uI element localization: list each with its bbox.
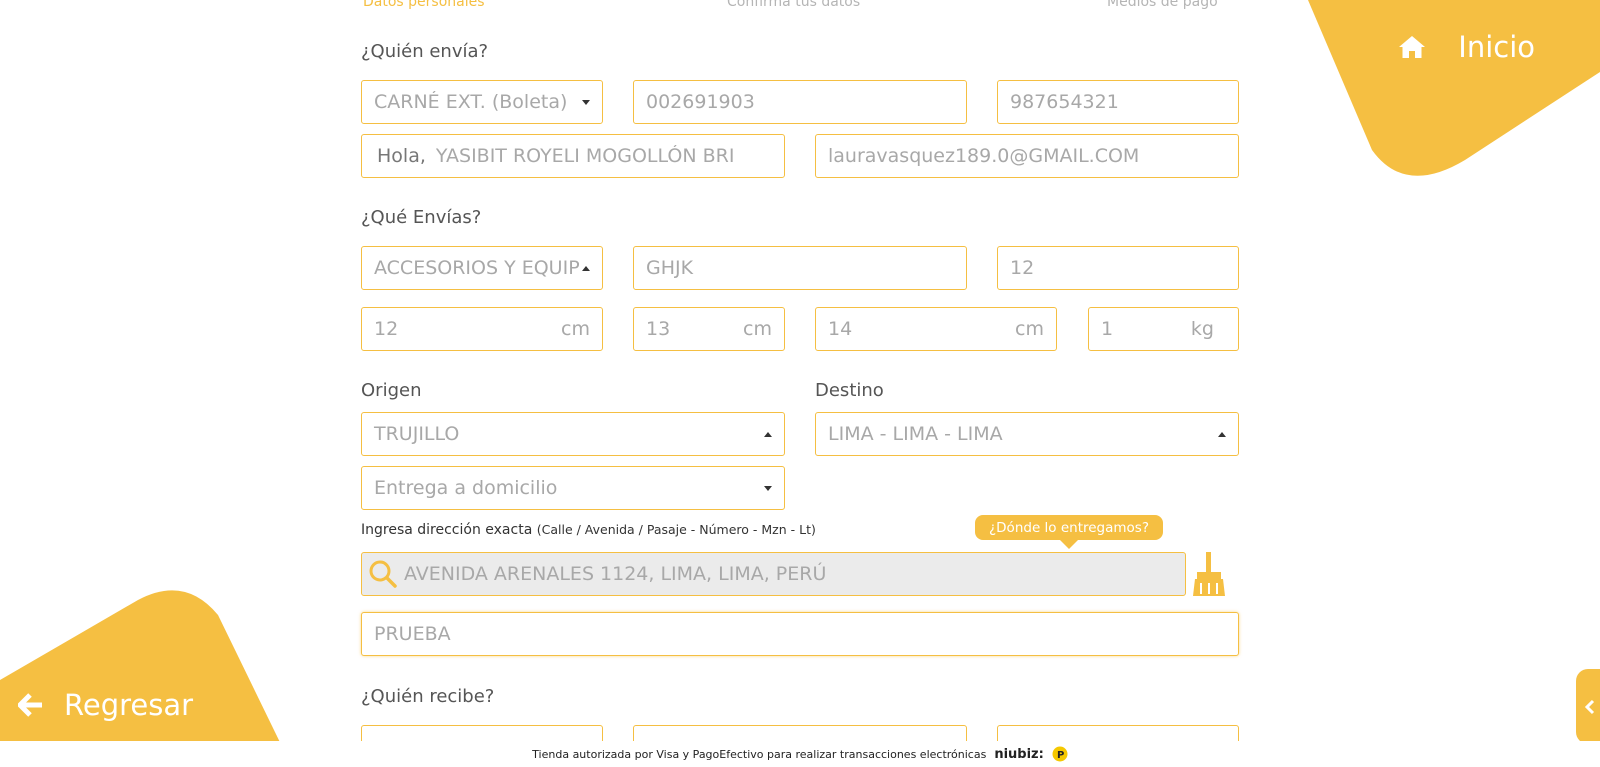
delivery-type-value: Entrega a domicilio — [374, 477, 558, 499]
checkout-steps: Datos personales Confirma tus datos Medi… — [0, 0, 1600, 14]
payment-footer: Tienda autorizada por Visa y PagoEfectiv… — [0, 741, 1600, 767]
step-confirm-data[interactable]: Confirma tus datos — [727, 0, 860, 10]
caret-down-icon — [582, 100, 590, 105]
destination-select[interactable]: LIMA - LIMA - LIMA — [815, 412, 1239, 456]
address-reference-input[interactable]: PRUEBA — [361, 612, 1239, 656]
quantity-value: 12 — [1010, 257, 1035, 279]
length-unit: cm — [561, 318, 590, 340]
destination-value: LIMA - LIMA - LIMA — [828, 423, 1003, 445]
address-label-text: Ingresa dirección exacta — [361, 522, 533, 538]
sender-name-value: YASIBIT ROYELI MOGOLLÓN BRI — [435, 145, 735, 167]
description-input[interactable]: GHJK — [633, 246, 967, 290]
sender-title: ¿Quién envía? — [361, 41, 489, 62]
email-input[interactable]: lauravasquez189.0@GMAIL.COM — [815, 134, 1239, 178]
document-type-select[interactable]: CARNÉ EXT. (Boleta) — [361, 80, 603, 124]
home-icon — [1399, 36, 1426, 58]
destination-label: Destino — [815, 380, 884, 401]
sender-name-field[interactable]: Hola, YASIBIT ROYELI MOGOLLÓN BRI — [361, 134, 785, 178]
address-hint: (Calle / Avenida / Pasaje - Número - Mzn… — [536, 522, 816, 537]
home-label: Inicio — [1458, 30, 1535, 64]
height-value: 14 — [828, 318, 853, 340]
caret-up-icon — [582, 266, 590, 271]
side-panel-toggle[interactable] — [1576, 669, 1600, 744]
phone-value: 987654321 — [1010, 91, 1119, 113]
width-unit: cm — [743, 318, 772, 340]
document-number-input[interactable]: 002691903 — [633, 80, 967, 124]
pagoefectivo-logo-icon: P — [1052, 746, 1068, 762]
document-type-value: CARNÉ EXT. (Boleta) — [374, 91, 568, 113]
category-value: ACCESORIOS Y EQUIP — [374, 257, 579, 279]
svg-text:P: P — [1057, 750, 1064, 761]
delivery-tooltip: ¿Dónde lo entregamos? — [975, 515, 1164, 549]
niubiz-logo: niubiz: — [994, 746, 1044, 762]
description-value: GHJK — [646, 257, 694, 279]
address-label: Ingresa dirección exacta (Calle / Avenid… — [361, 522, 816, 538]
length-value: 12 — [374, 318, 399, 340]
phone-input[interactable]: 987654321 — [997, 80, 1239, 124]
caret-up-icon — [1218, 432, 1226, 437]
caret-down-icon — [764, 486, 772, 491]
width-value: 13 — [646, 318, 671, 340]
weight-unit: kg — [1190, 318, 1214, 340]
receiver-title: ¿Quién recibe? — [361, 686, 495, 707]
address-search-input[interactable]: AVENIDA ARENALES 1124, LIMA, LIMA, PERÚ — [361, 552, 1186, 596]
origin-select[interactable]: TRUJILLO — [361, 412, 785, 456]
document-number-value: 002691903 — [646, 91, 755, 113]
search-icon — [369, 560, 397, 588]
step-personal-data[interactable]: Datos personales — [363, 0, 485, 10]
greeting-text: Hola, — [377, 145, 426, 167]
email-value: lauravasquez189.0@GMAIL.COM — [828, 145, 1140, 167]
height-input[interactable]: 14 cm — [815, 307, 1057, 351]
arrow-left-icon — [18, 693, 42, 717]
back-link[interactable]: Regresar — [18, 688, 193, 722]
caret-up-icon — [764, 432, 772, 437]
chevron-left-icon — [1584, 699, 1595, 714]
delivery-type-select[interactable]: Entrega a domicilio — [361, 466, 785, 510]
back-label: Regresar — [64, 688, 194, 722]
address-reference-value: PRUEBA — [374, 623, 451, 645]
step-payment[interactable]: Medios de pago — [1107, 0, 1218, 10]
category-select[interactable]: ACCESORIOS Y EQUIP — [361, 246, 603, 290]
address-value: AVENIDA ARENALES 1124, LIMA, LIMA, PERÚ — [404, 563, 827, 585]
length-input[interactable]: 12 cm — [361, 307, 603, 351]
package-title: ¿Qué Envías? — [361, 207, 482, 228]
clear-address-broom-icon[interactable] — [1192, 552, 1226, 598]
width-input[interactable]: 13 cm — [633, 307, 785, 351]
weight-input[interactable]: 1 kg — [1088, 307, 1239, 351]
height-unit: cm — [1015, 318, 1044, 340]
home-link[interactable]: Inicio — [1398, 30, 1535, 64]
quantity-input[interactable]: 12 — [997, 246, 1239, 290]
origin-value: TRUJILLO — [374, 423, 460, 445]
origin-label: Origen — [361, 380, 422, 401]
footer-text: Tienda autorizada por Visa y PagoEfectiv… — [532, 747, 987, 761]
weight-value: 1 — [1101, 318, 1114, 340]
